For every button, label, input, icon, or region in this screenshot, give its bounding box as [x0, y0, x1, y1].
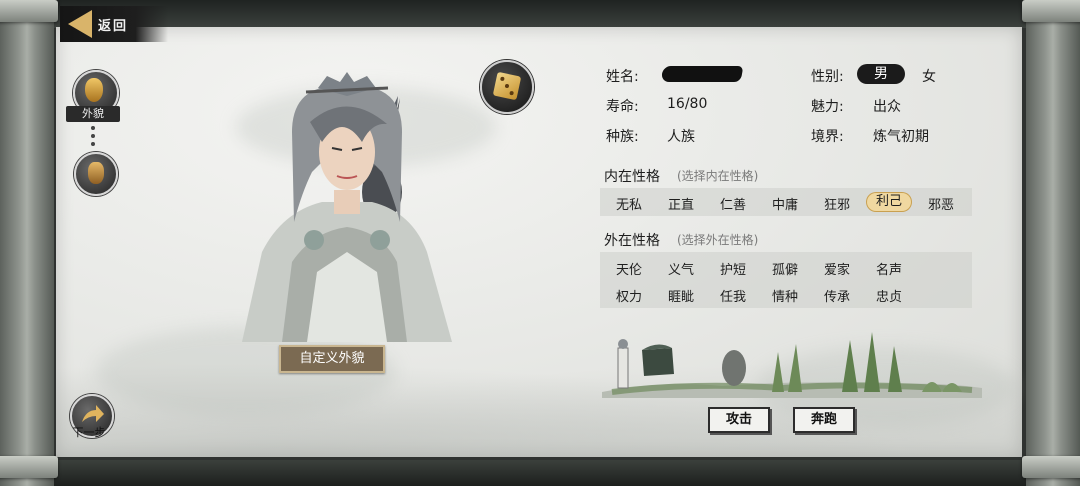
- realm-value: 炼气初期: [873, 129, 929, 145]
- outer-trait-option[interactable]: 传承: [815, 286, 859, 305]
- flee-button[interactable]: 奔跑: [793, 407, 855, 433]
- outer-traits-title: 外在性格: [604, 233, 660, 249]
- outer-trait-option[interactable]: 孤僻: [763, 259, 807, 278]
- inner-trait-option[interactable]: 邪恶: [919, 194, 963, 213]
- outer-trait-option[interactable]: 护短: [711, 259, 755, 278]
- name-value-redacted[interactable]: [660, 66, 744, 82]
- bottom-band: [0, 460, 1080, 486]
- scroll-roller-left: [0, 0, 58, 486]
- gender-label: 性别:: [811, 69, 844, 85]
- inner-trait-option[interactable]: 无私: [607, 194, 651, 213]
- inner-trait-option[interactable]: 正直: [659, 194, 703, 213]
- back-label: 返回: [98, 18, 129, 34]
- name-label: 姓名:: [606, 69, 639, 85]
- outer-trait-option[interactable]: 权力: [607, 286, 651, 305]
- outer-trait-option[interactable]: 爱家: [815, 259, 859, 278]
- custom-appearance-button[interactable]: 自定义外貌: [279, 345, 385, 373]
- more-dots: [91, 126, 95, 150]
- gender-male-option[interactable]: 男: [857, 64, 905, 84]
- lifespan-label: 寿命:: [606, 99, 639, 115]
- inner-trait-option[interactable]: 仁善: [711, 194, 755, 213]
- outer-trait-option[interactable]: 义气: [659, 259, 703, 278]
- outer-traits-hint: (选择外在性格): [677, 233, 759, 247]
- face-mask-icon: [85, 78, 103, 102]
- vase-icon: [88, 162, 104, 184]
- inner-trait-option[interactable]: 狂邪: [815, 194, 859, 213]
- race-label: 种族:: [606, 129, 639, 145]
- outer-trait-option[interactable]: 名声: [867, 259, 911, 278]
- outer-trait-option[interactable]: 天伦: [607, 259, 651, 278]
- item-tab[interactable]: [74, 152, 118, 196]
- dice-icon: [492, 71, 522, 101]
- outer-trait-option[interactable]: 忠贞: [867, 286, 911, 305]
- randomize-button[interactable]: [480, 60, 534, 114]
- gender-female-option[interactable]: 女: [922, 66, 936, 86]
- outer-trait-option[interactable]: 睚眦: [659, 286, 703, 305]
- attack-button[interactable]: 攻击: [708, 407, 770, 433]
- lifespan-value: 16/80: [667, 96, 708, 112]
- inner-traits-title: 内在性格: [604, 169, 660, 185]
- back-arrow-icon: [68, 10, 92, 38]
- appearance-tab-label: 外貌: [66, 106, 120, 122]
- charm-label: 魅力:: [811, 99, 844, 115]
- charm-value: 出众: [873, 99, 901, 115]
- scroll-roller-right: [1022, 0, 1080, 486]
- battle-scene-preview: [602, 332, 982, 398]
- inner-trait-option-selected[interactable]: 利己: [867, 193, 911, 211]
- outer-trait-option[interactable]: 情种: [763, 286, 807, 305]
- outer-trait-option[interactable]: 任我: [711, 286, 755, 305]
- character-portrait: [242, 72, 452, 342]
- next-step-label: 下一步: [72, 426, 106, 439]
- realm-label: 境界:: [811, 129, 844, 145]
- inner-trait-option[interactable]: 中庸: [763, 194, 807, 213]
- inner-traits-hint: (选择内在性格): [677, 169, 759, 183]
- back-button[interactable]: 返回: [60, 6, 169, 42]
- race-value: 人族: [667, 129, 695, 145]
